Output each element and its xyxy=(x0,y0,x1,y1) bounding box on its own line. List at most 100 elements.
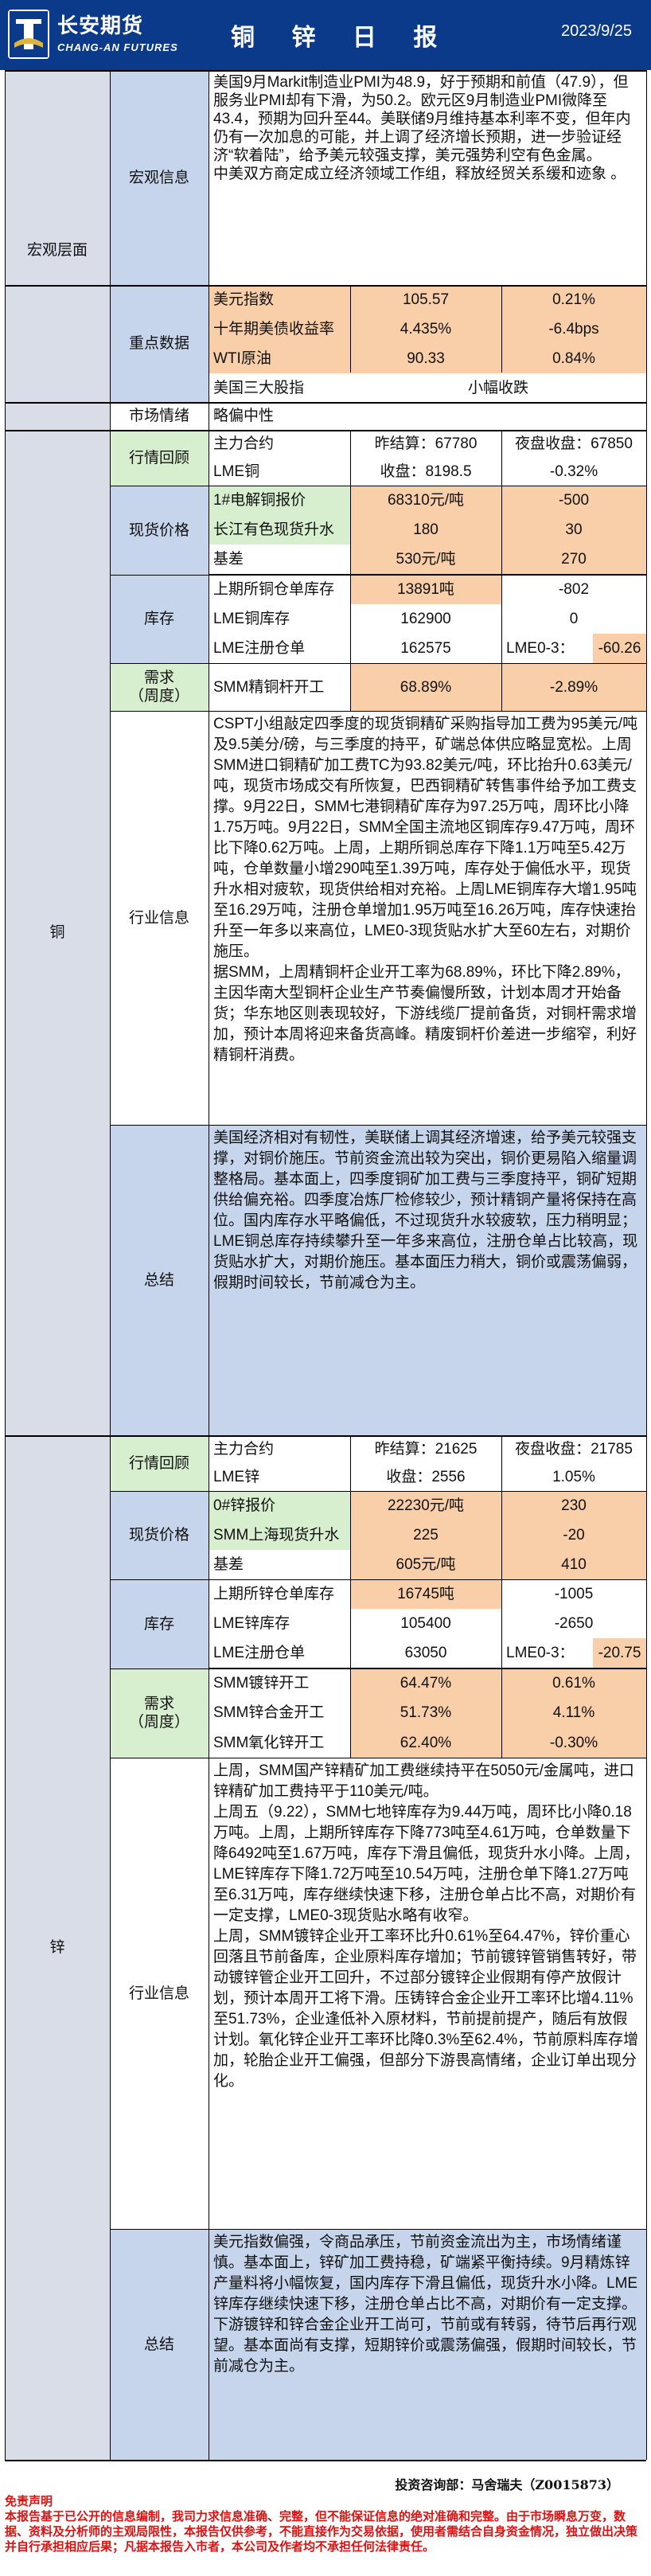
row-name: SMM镀锌开工 xyxy=(209,1669,350,1699)
grid-line xyxy=(110,575,646,576)
row-change: 30 xyxy=(501,515,646,544)
row-change: 1.05% xyxy=(501,1463,646,1491)
disclaimer-title: 免责声明 xyxy=(5,2494,53,2508)
row-name: LME注册仓单 xyxy=(209,1638,350,1668)
row-value: 昨结算：21625 xyxy=(350,1435,501,1463)
grid-line xyxy=(5,2460,646,2461)
row-name: LME锌库存 xyxy=(209,1609,350,1638)
section-zinc: 锌 xyxy=(5,1435,110,2460)
row-name: WTI原油 xyxy=(209,344,350,373)
grid-line xyxy=(110,1125,646,1126)
summary-text: 美国经济相对有韧性，美联储上调其经济增速，给予美元较强支撑，对铜价施压。节前资金… xyxy=(209,1125,646,1435)
row-name: 基差 xyxy=(209,544,350,574)
grid-line xyxy=(646,70,647,2460)
summary-text: 美元指数偏强，令商品承压，节前资金流出为主，市场情绪谨慎。基本面上，锌矿加工费持… xyxy=(209,2229,646,2460)
grid-line xyxy=(501,285,502,373)
row-value: 68310元/吨 xyxy=(350,486,501,515)
grid-line xyxy=(350,1435,351,1758)
row-value: 63050 xyxy=(350,1638,501,1668)
row-name: 长江有色现货升水 xyxy=(209,515,350,544)
row-name: SMM精铜杆开工 xyxy=(209,663,350,711)
grid-line xyxy=(110,711,646,712)
macro-info-text: 美国9月Markit制造业PMI为48.9，好于预期和前值（47.9），但服务业… xyxy=(209,70,646,285)
row-value: 225 xyxy=(350,1520,501,1550)
row-change: -802 xyxy=(501,575,646,604)
row-change: 4.11% xyxy=(501,1698,646,1728)
row-value: 105400 xyxy=(350,1609,501,1638)
row-value: 180 xyxy=(350,515,501,544)
row-name: 0#锌报价 xyxy=(209,1491,350,1520)
grid-line xyxy=(350,285,351,373)
label-demand: 需求 （周度） xyxy=(110,1669,209,1758)
row-value: 105.57 xyxy=(350,285,501,314)
row-spread-label: LME0-3： xyxy=(501,1638,593,1668)
row-spread-value: -20.75 xyxy=(593,1638,646,1668)
row-name: 上期所锌仓单库存 xyxy=(209,1579,350,1609)
row-change: -2.89% xyxy=(501,663,646,711)
row-name: LME铜库存 xyxy=(209,604,350,634)
row-name: 主力合约 xyxy=(209,430,350,458)
disclaimer: 免责声明 本报告基于已公开的信息编制，我司力求信息准确、完整，但不能保证信息的绝… xyxy=(5,2494,646,2555)
label-demand: 需求 （周度） xyxy=(110,663,209,711)
label-industry: 行业信息 xyxy=(110,711,209,1125)
row-name: LME锌 xyxy=(209,1463,350,1491)
section-copper: 铜 xyxy=(5,430,110,1435)
row-change: -1005 xyxy=(501,1579,646,1609)
row-value: 13891吨 xyxy=(350,575,501,604)
label-key-data: 重点数据 xyxy=(110,285,209,402)
grid-line xyxy=(110,663,646,664)
label-summary: 总结 xyxy=(110,1125,209,1435)
row-name: SMM氧化锌开工 xyxy=(209,1727,350,1758)
grid-line xyxy=(5,70,6,2460)
row-name: 主力合约 xyxy=(209,1435,350,1463)
row-change: 270 xyxy=(501,544,646,574)
label-quote: 行情回顾 xyxy=(110,430,209,486)
row-value: 4.435% xyxy=(350,314,501,344)
row-change: 0.21% xyxy=(501,285,646,314)
disclaimer-text: 本报告基于已公开的信息编制，我司力求信息准确、完整，但不能保证信息的绝对准确和完… xyxy=(5,2509,638,2554)
row-value: 530元/吨 xyxy=(350,544,501,574)
report-title: 铜 锌 日 报 xyxy=(231,24,452,52)
company-logo-icon xyxy=(8,10,49,59)
row-value: 605元/吨 xyxy=(350,1550,501,1579)
row-change: 410 xyxy=(501,1550,646,1579)
row-name: SMM锌合金开工 xyxy=(209,1698,350,1728)
sentiment-value: 略偏中性 xyxy=(209,402,646,430)
row-change: -0.32% xyxy=(501,458,646,486)
row-change: 0.61% xyxy=(501,1669,646,1699)
row-change: 0.84% xyxy=(501,344,646,373)
grid-line xyxy=(110,1491,646,1492)
row-value: 162575 xyxy=(350,634,501,663)
row-change: -6.4bps xyxy=(501,314,646,344)
row-change: 夜盘收盘：67850 xyxy=(501,430,646,458)
grid-line xyxy=(350,430,351,711)
grid-line xyxy=(501,1435,502,1758)
grid-line xyxy=(5,430,646,431)
industry-text: 上周，SMM国产锌精矿加工费继续持平在5050元/金属吨，进口锌精矿加工费持平于… xyxy=(209,1758,646,2229)
row-value: 收盘：2556 xyxy=(350,1463,501,1491)
label-inventory: 库存 xyxy=(110,575,209,663)
label-summary: 总结 xyxy=(110,2229,209,2460)
industry-text: CSPT小组敲定四季度的现货铜精矿采购指导加工费为95美元/吨及9.5美分/磅，… xyxy=(209,711,646,1125)
row-name: 1#电解铜报价 xyxy=(209,486,350,515)
row-change: 0 xyxy=(501,604,646,634)
row-name: 基差 xyxy=(209,1550,350,1579)
row-value: 90.33 xyxy=(350,344,501,373)
row-change: -500 xyxy=(501,486,646,515)
row-value: 小幅收跌 xyxy=(350,373,646,403)
label-sentiment: 市场情绪 xyxy=(110,402,209,430)
row-value: 51.73% xyxy=(350,1698,501,1728)
row-value: 68.89% xyxy=(350,663,501,711)
row-value: 昨结算：67780 xyxy=(350,430,501,458)
grid-line xyxy=(110,2229,646,2230)
company-name: 长安期货 xyxy=(57,14,144,38)
label-spot: 现货价格 xyxy=(110,486,209,575)
analyst-line: 投资咨询部：马舍瑞夫（Z0015873） xyxy=(395,2477,619,2492)
row-value: 62.40% xyxy=(350,1727,501,1758)
row-value: 162900 xyxy=(350,604,501,634)
label-macro-info: 宏观信息 xyxy=(110,70,209,285)
row-name: LME铜 xyxy=(209,458,350,486)
report-date: 2023/9/25 xyxy=(561,22,632,40)
row-name: 美国三大股指 xyxy=(209,373,350,403)
report-header: 长安期货 CHANG-AN FUTURES 铜 锌 日 报 2023/9/25 xyxy=(0,0,651,70)
